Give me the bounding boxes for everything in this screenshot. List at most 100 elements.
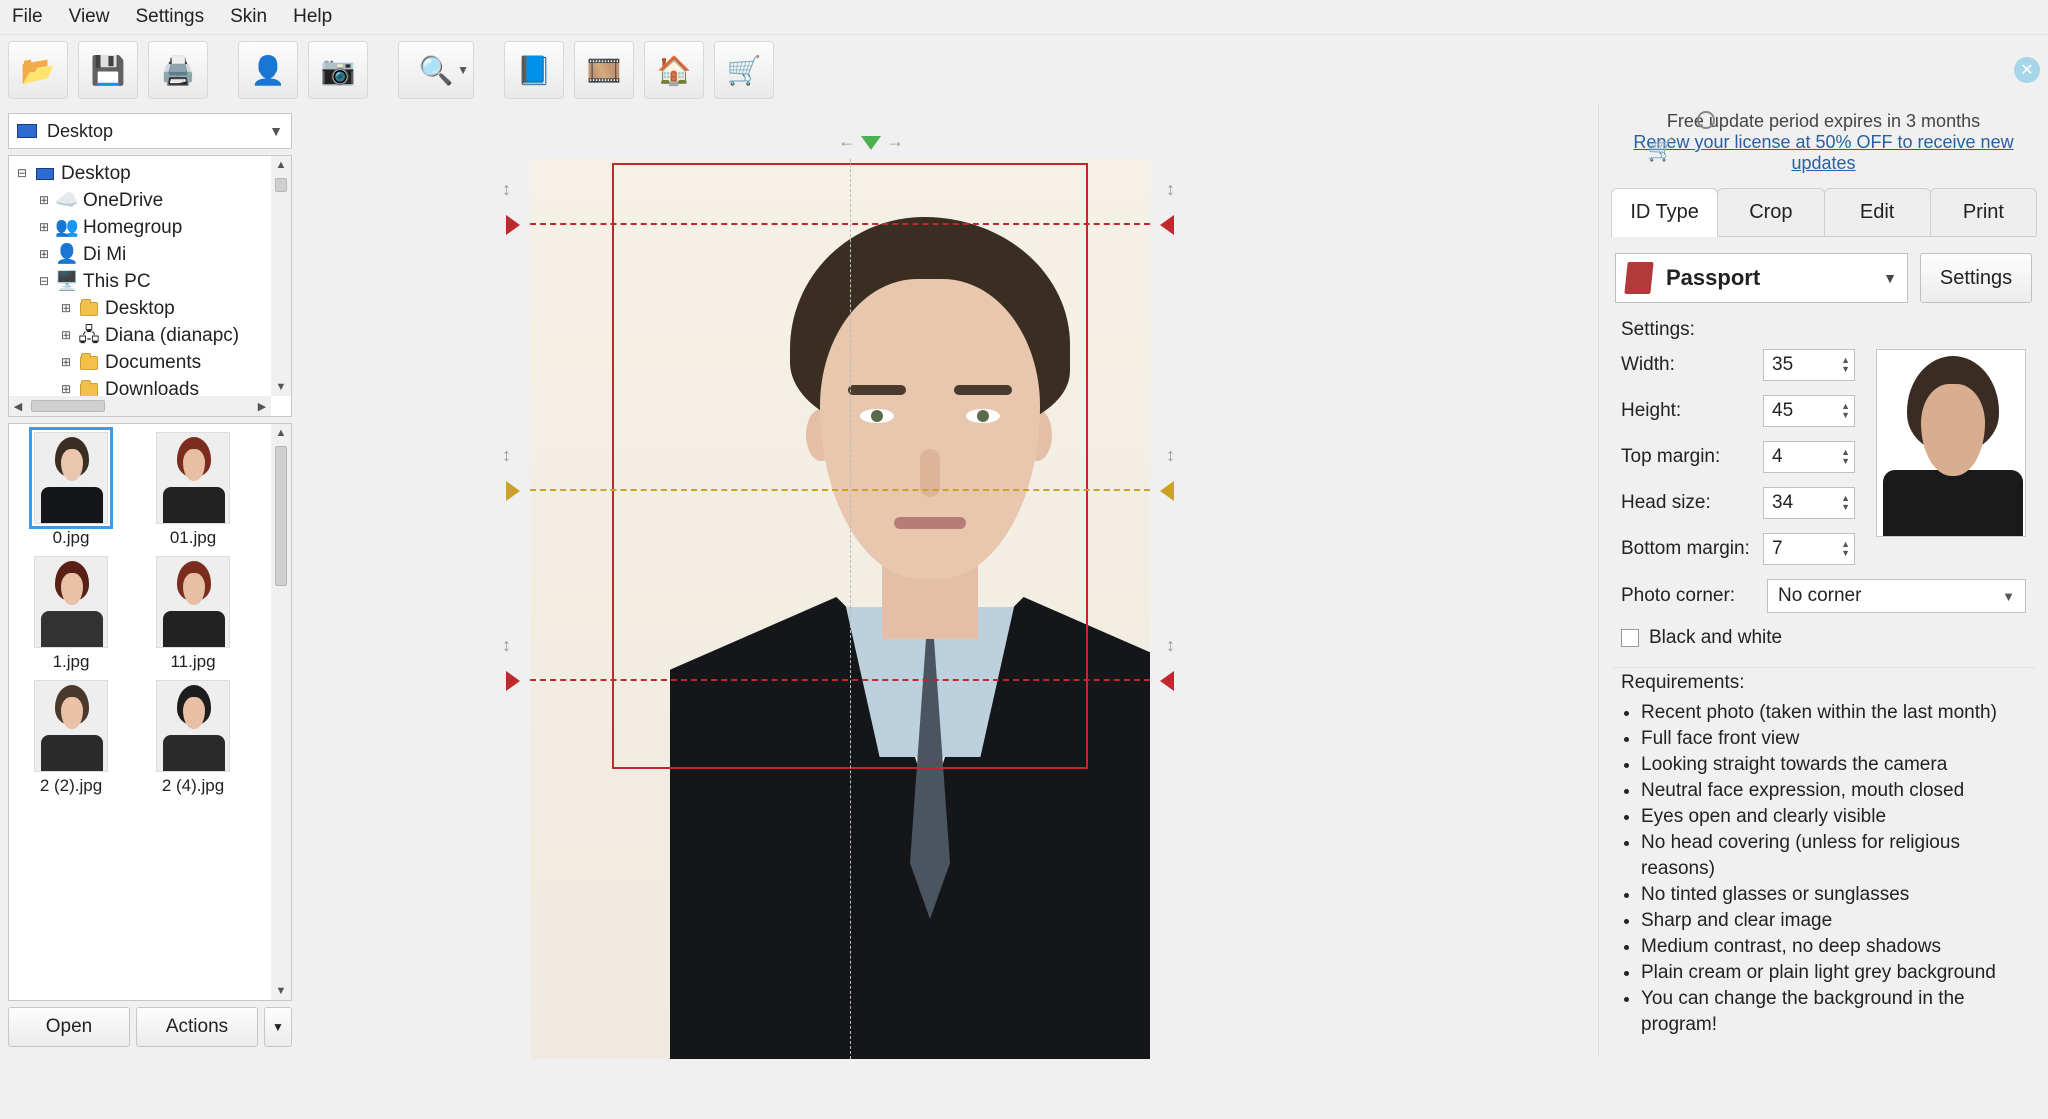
resize-handle[interactable]: ↕	[1166, 635, 1175, 656]
tree-node[interactable]: ⊞☁️OneDrive	[15, 187, 287, 214]
resize-handle[interactable]: ↕	[502, 445, 511, 466]
thumbnail[interactable]: 01.jpg	[141, 432, 245, 548]
menu-help[interactable]: Help	[293, 6, 332, 28]
open-button[interactable]: Open	[8, 1007, 130, 1047]
home-button[interactable]: 🏠	[644, 41, 704, 99]
tree-twisty[interactable]: ⊟	[37, 268, 51, 295]
tree-twisty[interactable]: ⊟	[15, 160, 29, 187]
location-combo[interactable]: Desktop ▼	[8, 113, 292, 149]
tree-hscrollbar[interactable]: ◀ ▶	[9, 396, 271, 416]
zoom-button[interactable]: 🔍▼	[398, 41, 474, 99]
tab-crop[interactable]: Crop	[1717, 188, 1824, 236]
tree-node[interactable]: ⊟🖥️This PC	[15, 268, 287, 295]
eye-guide-right-handle[interactable]	[1160, 481, 1174, 501]
head-size-input[interactable]: 34▲▼	[1763, 487, 1855, 519]
tab-edit[interactable]: Edit	[1824, 188, 1931, 236]
menu-settings[interactable]: Settings	[135, 6, 204, 28]
tab-id-type[interactable]: ID Type	[1611, 188, 1718, 236]
scroll-up-icon[interactable]: ▲	[276, 424, 287, 442]
tree-twisty[interactable]: ⊞	[37, 187, 51, 214]
thumbnail[interactable]: 1.jpg	[19, 556, 123, 672]
tree-twisty[interactable]: ⊞	[59, 322, 73, 349]
menu-view[interactable]: View	[69, 6, 110, 28]
tab-print[interactable]: Print	[1930, 188, 2037, 236]
resize-handle[interactable]: ↕	[502, 179, 511, 200]
tree-twisty[interactable]: ⊞	[59, 349, 73, 376]
spinner-icon[interactable]: ▲▼	[1841, 540, 1850, 558]
photo-corner-combo[interactable]: No corner ▼	[1767, 579, 2026, 613]
scroll-left-icon[interactable]: ◀	[9, 400, 27, 413]
tree-twisty[interactable]: ⊞	[59, 295, 73, 322]
id-type-combo[interactable]: Passport ▼	[1615, 253, 1908, 303]
video-button[interactable]: 🎞️	[574, 41, 634, 99]
chin-guide-left-handle[interactable]	[506, 671, 520, 691]
requirement-item: Neutral face expression, mouth closed	[1641, 778, 2028, 804]
scroll-up-icon[interactable]: ▲	[276, 156, 287, 174]
bw-checkbox[interactable]	[1621, 629, 1639, 647]
shop-button[interactable]: 🛒	[714, 41, 774, 99]
menu-skin[interactable]: Skin	[230, 6, 267, 28]
thumbnail[interactable]: 2 (2).jpg	[19, 680, 123, 796]
resize-handle[interactable]: ↕	[502, 635, 511, 656]
scroll-thumb[interactable]	[275, 446, 287, 586]
spinner-icon[interactable]: ▲▼	[1841, 356, 1850, 374]
tree-node[interactable]: ⊞👤Di Mi	[15, 241, 287, 268]
help-button[interactable]: 📘	[504, 41, 564, 99]
print-button[interactable]: 🖨️	[148, 41, 208, 99]
spinner-icon[interactable]: ▲▼	[1841, 448, 1850, 466]
thumbs-vscrollbar[interactable]: ▲ ▼	[271, 424, 291, 1000]
user-button[interactable]: 👤	[238, 41, 298, 99]
tree-node[interactable]: ⊞Documents	[15, 349, 287, 376]
camera-button[interactable]: 📷	[308, 41, 368, 99]
tab-bar: ID Type Crop Edit Print	[1611, 188, 2036, 237]
scroll-thumb[interactable]	[31, 400, 105, 412]
resize-handle[interactable]: ↕	[1166, 179, 1175, 200]
top-guide-left-handle[interactable]	[506, 215, 520, 235]
thumbnail-image	[34, 556, 108, 648]
close-panel-button[interactable]: ✕	[2014, 57, 2040, 83]
menu-file[interactable]: File	[12, 6, 43, 28]
tree-node[interactable]: ⊞🖧Diana (dianapc)	[15, 322, 287, 349]
tree-node[interactable]: ⊞Desktop	[15, 295, 287, 322]
passport-icon	[1624, 262, 1653, 294]
save-button[interactable]: 💾	[78, 41, 138, 99]
top-center-handle[interactable]: ← →	[838, 131, 904, 152]
chevron-down-icon: ▼	[272, 1020, 284, 1034]
chevron-down-icon[interactable]: ▼	[457, 63, 469, 77]
top-guide[interactable]	[530, 223, 1150, 225]
open-folder-button[interactable]: 📂	[8, 41, 68, 99]
tree-vscrollbar[interactable]: ▲ ▼	[271, 156, 291, 396]
thumbnail[interactable]: 0.jpg	[19, 432, 123, 548]
scroll-right-icon[interactable]: ▶	[253, 400, 271, 413]
id-settings-button[interactable]: Settings	[1920, 253, 2032, 303]
scroll-thumb[interactable]	[275, 178, 287, 192]
bottom-margin-input[interactable]: 7▲▼	[1763, 533, 1855, 565]
scroll-down-icon[interactable]: ▼	[276, 982, 287, 1000]
renew-link[interactable]: Renew your license at 50% OFF to receive…	[1633, 132, 2013, 173]
eye-guide[interactable]	[530, 489, 1150, 491]
thumbnail[interactable]: 2 (4).jpg	[141, 680, 245, 796]
chin-guide-right-handle[interactable]	[1160, 671, 1174, 691]
group-icon: 👥	[57, 214, 77, 241]
chin-guide[interactable]	[530, 679, 1150, 681]
tree-node[interactable]: ⊞👥Homegroup	[15, 214, 287, 241]
tree-node[interactable]: ⊟Desktop	[15, 160, 287, 187]
eye-guide-left-handle[interactable]	[506, 481, 520, 501]
thumbnail[interactable]: 11.jpg	[141, 556, 245, 672]
width-input[interactable]: 35▲▼	[1763, 349, 1855, 381]
top-margin-input[interactable]: 4▲▼	[1763, 441, 1855, 473]
actions-button-label: Actions	[166, 1016, 228, 1038]
tree-twisty[interactable]: ⊞	[37, 241, 51, 268]
editor-canvas[interactable]: ← → ↕ ↕ ↕ ↕ ↕ ↕	[300, 105, 1598, 1055]
actions-button[interactable]: Actions	[136, 1007, 258, 1047]
scroll-down-icon[interactable]: ▼	[276, 378, 287, 396]
actions-dropdown[interactable]: ▼	[264, 1007, 292, 1047]
spinner-icon[interactable]: ▲▼	[1841, 402, 1850, 420]
height-input[interactable]: 45▲▼	[1763, 395, 1855, 427]
resize-handle[interactable]: ↕	[1166, 445, 1175, 466]
print-icon: 🖨️	[161, 54, 196, 87]
tree-twisty[interactable]: ⊞	[37, 214, 51, 241]
top-guide-right-handle[interactable]	[1160, 215, 1174, 235]
photo[interactable]	[530, 159, 1150, 1059]
spinner-icon[interactable]: ▲▼	[1841, 494, 1850, 512]
